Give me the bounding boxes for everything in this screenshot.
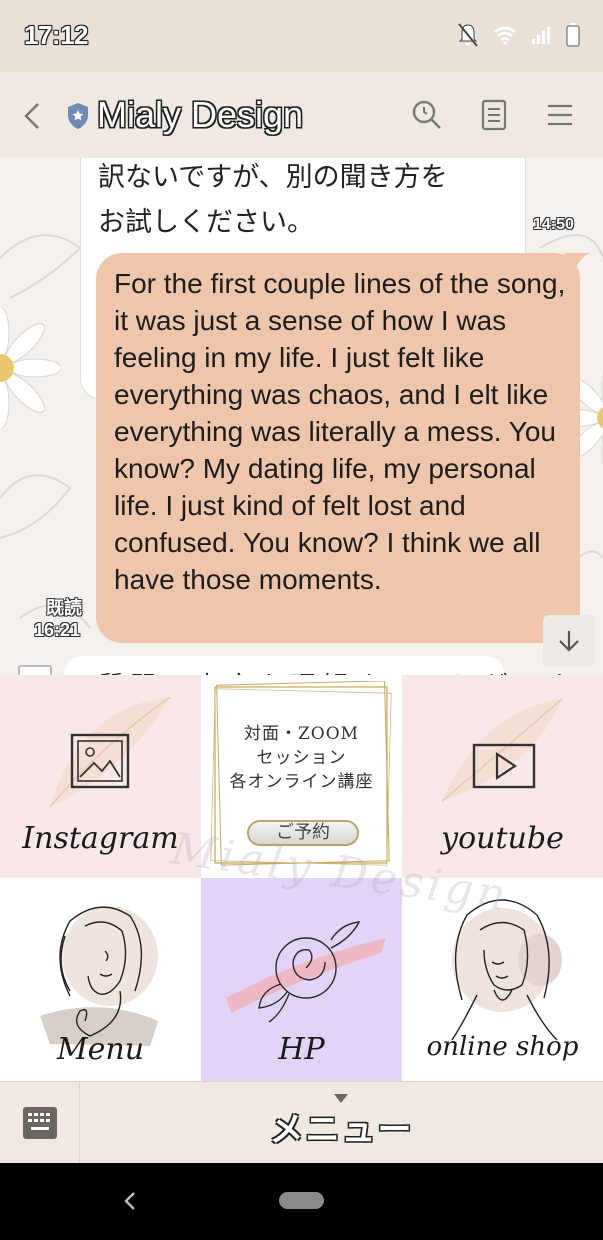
nav-back-icon[interactable] <box>118 1187 142 1215</box>
status-bar: 17:12 <box>0 0 603 72</box>
image-icon <box>70 733 130 789</box>
incoming-message-partial-text: 質問の内容を理解することができ <box>98 666 578 675</box>
rich-menu-bar: メニュー <box>0 1081 603 1164</box>
search-icon[interactable] <box>410 98 444 132</box>
status-icons <box>457 22 581 48</box>
back-icon[interactable] <box>16 96 52 136</box>
booking-line: 各オンライン講座 <box>229 772 374 792</box>
menu-toggle-label[interactable]: メニュー <box>0 1102 603 1151</box>
incoming-message-line: 訳ないですが、別の聞き方を <box>98 162 448 193</box>
battery-icon <box>566 23 580 47</box>
youtube-tile[interactable]: youtube <box>402 675 603 878</box>
reserve-button[interactable]: ご予約 <box>247 820 359 846</box>
message-time: 14:50 <box>533 216 574 233</box>
youtube-label: youtube <box>441 821 564 856</box>
instagram-label: Instagram <box>22 821 179 856</box>
menu-icon[interactable] <box>543 98 577 132</box>
incoming-message-text: 訳ないですが、別の聞き方を お試しください。 <box>98 158 518 245</box>
message-time: 16:21 <box>34 620 81 640</box>
status-time: 17:12 <box>24 20 89 50</box>
homepage-label: HP <box>278 1032 325 1067</box>
rose-icon <box>226 921 386 1023</box>
chat-area[interactable]: 訳ないですが、別の聞き方を お試しください。 14:50 For the fir… <box>0 158 603 675</box>
menu-label: Menu <box>56 1032 145 1067</box>
menu-tile[interactable]: Menu <box>0 878 201 1081</box>
system-nav-bar <box>0 1163 603 1240</box>
message-select-checkbox[interactable] <box>18 665 52 675</box>
booking-line: セッション <box>256 748 347 768</box>
instagram-tile[interactable]: Instagram <box>0 675 201 878</box>
rich-menu: Instagram 対面・ZOOM セッション 各オンライン講座 ご予約 you… <box>0 675 603 1081</box>
read-receipt: 既読 <box>46 598 82 618</box>
online-shop-tile[interactable]: online shop <box>402 878 603 1081</box>
online-shop-label: online shop <box>426 1032 579 1062</box>
incoming-message-line: お試しください。 <box>98 207 314 238</box>
shield-icon <box>68 103 88 129</box>
chat-header: Mialy Design <box>0 72 603 158</box>
notifications-off-icon <box>458 23 478 47</box>
play-icon <box>472 743 536 789</box>
scroll-to-bottom-button[interactable] <box>543 615 595 667</box>
woman-line-art-icon <box>451 899 562 1041</box>
home-pill-icon[interactable] <box>279 1192 324 1209</box>
arrow-down-icon <box>559 631 579 652</box>
homepage-tile[interactable]: HP <box>201 878 402 1081</box>
chat-title[interactable]: Mialy Design <box>97 94 303 136</box>
booking-tile[interactable]: 対面・ZOOM セッション 各オンライン講座 <box>201 675 402 878</box>
signal-icon <box>532 27 550 44</box>
notes-icon[interactable] <box>477 98 511 132</box>
outgoing-message-text: For the first couple lines of the song, … <box>114 268 566 595</box>
wifi-icon <box>494 26 516 45</box>
booking-line: 対面・ZOOM <box>243 724 360 744</box>
